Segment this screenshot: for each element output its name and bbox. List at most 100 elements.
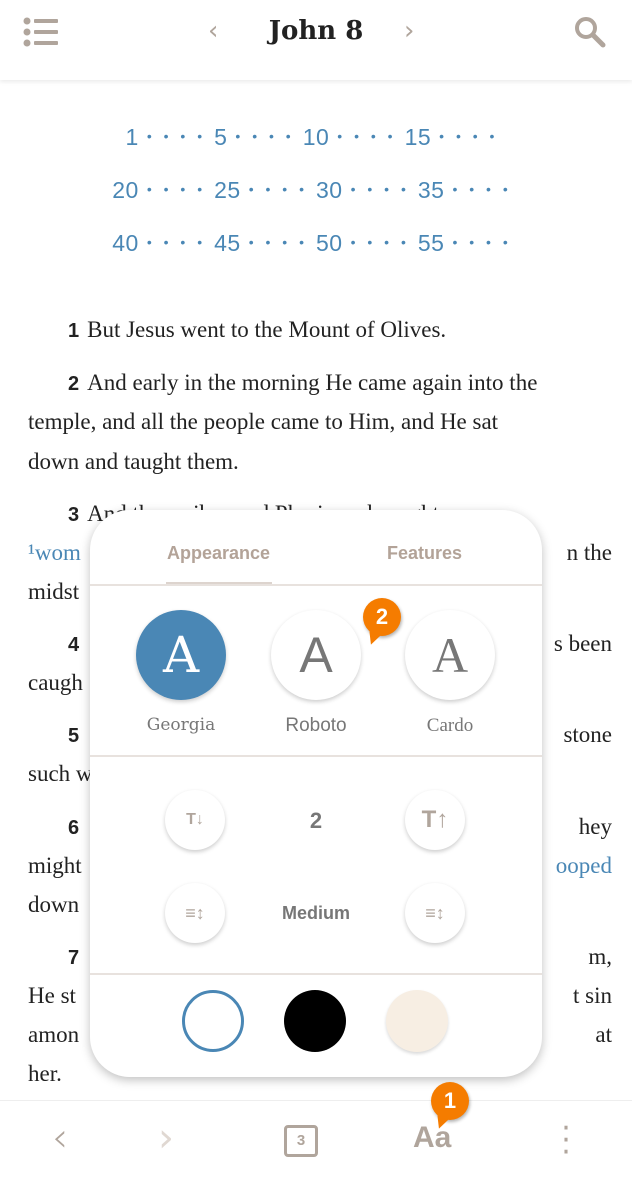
verse-text: might [28,853,82,878]
verse-dots[interactable]: • • • • [235,128,294,144]
verse-line: might [28,854,82,877]
back-icon[interactable]: ‹ [52,1115,68,1161]
verse-dots[interactable]: • • • • [351,234,410,250]
verse-dots[interactable]: • • • • [452,234,511,250]
verse-line: 4 [68,632,87,655]
header: ‹ John 8 › [0,0,632,80]
verse-link[interactable]: 25 [214,177,241,203]
verse-link[interactable]: 1 [126,124,139,150]
verse-text: midst [28,579,80,604]
verse-text: her. [28,1061,62,1086]
font-georgia-button[interactable]: A [136,610,226,700]
search-icon[interactable] [574,16,606,48]
verse-number: 7 [68,947,80,969]
verse-number: 3 [68,504,80,526]
verse-dots[interactable]: • • • • [249,181,308,197]
verse-text: amon [28,1022,80,1047]
verse-text[interactable]: ooped [556,854,612,877]
chapter-box-button[interactable]: 3 [284,1125,318,1157]
font-label: Georgia [146,715,216,735]
verse-number: 4 [68,634,80,656]
verse-line: down and taught them. [28,450,239,473]
verse-nav-row: 1 • • • • 5 • • • • 10 • • • • 15 • • • • [0,124,632,151]
verse-link[interactable]: 15 [405,124,432,150]
bottom-toolbar: ‹ › 3 Aa · · · [0,1100,632,1180]
tab-appearance[interactable]: Appearance [167,543,270,564]
verse-number: 2 [68,373,80,395]
theme-sepia-button[interactable] [386,990,448,1052]
verse-text: He st [28,983,76,1008]
verse-line: 6 [68,815,87,838]
chevron-right-icon[interactable]: › [404,16,414,46]
verse-text: down and taught them. [28,449,239,474]
font-cardo-button[interactable]: A [405,610,495,700]
verse-link[interactable]: 50 [316,230,343,256]
verse-text: such w [28,761,93,786]
text-settings-popup: Appearance Features A A A Georgia Roboto… [90,510,542,1077]
verse-text: m, [588,944,612,969]
verse-link[interactable]: 10 [303,124,330,150]
verse-number: 6 [68,817,80,839]
verse-dots[interactable]: • • • • [147,181,206,197]
verse-line: 2 And early in the morning He came again … [68,371,537,394]
text-size-increase-icon[interactable]: T↑ [405,790,465,850]
verse-dots[interactable]: • • • • [337,128,396,144]
verse-line: 1 But Jesus went to the Mount of Olives. [68,318,446,341]
verse-nav-row: 20 • • • • 25 • • • • 30 • • • • 35 • • • • [0,177,632,204]
page-title: John 8 [268,16,364,46]
verse-link[interactable]: 35 [418,177,445,203]
verse-line: 5 [68,723,87,746]
verse-line: down [28,893,79,916]
verse-line: 7 [68,945,87,968]
tutorial-badge-2: 2 [363,598,401,636]
font-label: Roboto [285,715,347,736]
verse-link[interactable]: 30 [316,177,343,203]
verse-link[interactable]: 55 [418,230,445,256]
verse-text: n the [566,540,612,565]
verse-link[interactable]: 20 [112,177,139,203]
theme-white-button[interactable] [182,990,244,1052]
forward-icon[interactable]: › [158,1115,174,1161]
verse-text[interactable]: ¹wom [28,540,81,565]
verse-number: 5 [68,725,80,747]
line-spacing-value: Medium [281,903,350,923]
text-size-decrease-icon[interactable]: T↓ [165,790,225,850]
verse-text: temple, and all the people came to Him, … [28,409,499,434]
verse-dots[interactable]: • • • • [439,128,498,144]
verse-dots[interactable]: • • • • [452,181,511,197]
verse-number: 1 [68,320,80,342]
line-spacing-decrease-icon[interactable]: ≡↕ [165,883,225,943]
line-spacing-increase-icon[interactable]: ≡↕ [405,883,465,943]
verse-dots[interactable]: • • • • [147,128,206,144]
verse-line: He st [28,984,76,1007]
verse-text: hey [578,814,612,839]
verse-line: temple, and all the people came to Him, … [28,410,498,433]
theme-black-button[interactable] [284,990,346,1052]
verse-text: caugh [28,670,83,695]
divider [90,584,542,586]
font-roboto-button[interactable]: A [271,610,361,700]
verse-link[interactable]: 45 [214,230,241,256]
verse-text: stone [563,722,612,747]
tab-features[interactable]: Features [387,543,462,564]
verse-line: amon [28,1023,79,1046]
verse-text: But Jesus went to the Mount of Olives. [87,317,447,342]
verse-line: such w [28,762,93,785]
verse-text: t sin [573,983,612,1008]
more-vertical-icon[interactable]: · · · [556,1114,576,1168]
verse-text: at [595,1022,612,1047]
tutorial-badge-1: 1 [431,1082,469,1120]
verse-link[interactable]: 40 [112,230,139,256]
verse-text: And early in the morning He came again i… [87,370,538,395]
verse-link[interactable]: 5 [214,124,227,150]
verse-text: down [28,892,80,917]
verse-line: her. [28,1062,62,1085]
verse-nav-row: 40 • • • • 45 • • • • 50 • • • • 55 • • • • [0,230,632,257]
verse-line: midst [28,580,79,603]
verse-dots[interactable]: • • • • [147,234,206,250]
verse-dots[interactable]: • • • • [351,181,410,197]
verse-dots[interactable]: • • • • [249,234,308,250]
verse-line: caugh [28,671,83,694]
verse-text: s been [553,631,612,656]
font-size-value: 2 [309,808,323,833]
